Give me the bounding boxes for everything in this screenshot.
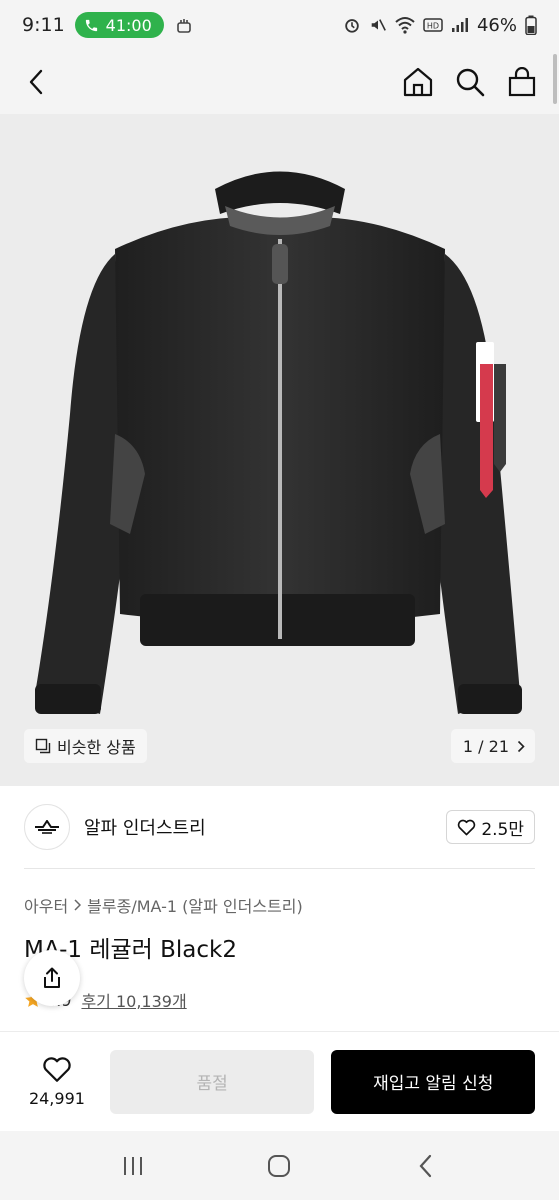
breadcrumb-item[interactable]: 아우터 <box>24 893 68 917</box>
brand-logo[interactable] <box>24 804 70 850</box>
review-count-link[interactable]: 후기 10,139개 <box>81 988 186 1012</box>
back-chevron-icon <box>419 1154 431 1177</box>
phone-icon <box>85 19 97 31</box>
chevron-right-icon <box>517 740 525 752</box>
brand-name[interactable]: 알파 인더스트리 <box>84 814 206 840</box>
breadcrumb-item[interactable]: 블루종/MA-1 (알파 인더스트리) <box>87 893 303 917</box>
wishlist-count: 24,991 <box>28 1088 85 1108</box>
chevron-right-icon <box>74 899 82 911</box>
recent-apps-icon <box>124 1156 143 1175</box>
home-circle-icon <box>268 1154 291 1177</box>
wishlist-button[interactable]: 24,991 <box>24 1056 90 1108</box>
brand-row: 알파 인더스트리 2.5만 <box>0 786 559 868</box>
breadcrumb: 아우터 블루종/MA-1 (알파 인더스트리) <box>24 893 303 917</box>
home-system-button[interactable] <box>262 1149 296 1183</box>
mute-icon <box>371 19 386 31</box>
similar-products-label: 비슷한 상품 <box>57 738 136 757</box>
call-indicator[interactable]: 41:00 <box>74 12 164 38</box>
heart-icon <box>43 1056 71 1082</box>
hd-icon: HD <box>423 18 443 32</box>
alpha-logo-icon <box>35 820 59 834</box>
similar-products-button[interactable]: 비슷한 상품 <box>24 729 147 763</box>
scrollbar[interactable] <box>553 54 557 104</box>
signal-icon <box>451 18 468 32</box>
shopping-bag-icon <box>508 67 536 97</box>
back-button[interactable] <box>20 65 54 99</box>
page-count: 1 / 21 <box>462 736 509 756</box>
share-button[interactable] <box>24 950 80 1006</box>
home-icon <box>403 67 433 97</box>
status-bar: 9:11 41:00 HD 46% <box>0 0 559 50</box>
search-button[interactable] <box>453 65 487 99</box>
purchase-action-bar: 24,991 품절 재입고 알림 신청 <box>0 1031 559 1131</box>
cart-button[interactable] <box>505 65 539 99</box>
divider <box>24 868 535 869</box>
soldout-button[interactable]: 품절 <box>109 1049 315 1114</box>
heart-icon <box>458 819 476 835</box>
alarm-icon <box>345 19 359 33</box>
restock-alert-button[interactable]: 재입고 알림 신청 <box>331 1049 535 1114</box>
brand-like-button[interactable]: 2.5만 <box>446 810 535 844</box>
back-arrow-icon <box>29 69 43 95</box>
page-indicator[interactable]: 1 / 21 <box>450 729 535 763</box>
share-icon <box>44 967 60 988</box>
home-button[interactable] <box>401 65 435 99</box>
copy-icon <box>35 738 51 754</box>
brand-like-count: 2.5만 <box>481 819 524 840</box>
battery-icon <box>525 15 537 35</box>
status-time: 9:11 <box>22 14 65 36</box>
status-icons: HD 46% <box>343 15 537 36</box>
system-navigation-bar <box>0 1131 559 1200</box>
battery-percent: 46% <box>476 14 517 36</box>
notification-icon <box>176 19 191 33</box>
product-image <box>35 171 522 714</box>
svg-text:HD: HD <box>427 22 439 31</box>
search-icon <box>456 68 485 97</box>
top-navigation <box>0 50 559 114</box>
call-duration: 41:00 <box>105 15 152 35</box>
recent-apps-button[interactable] <box>116 1149 150 1183</box>
system-back-button[interactable] <box>409 1149 443 1183</box>
wifi-icon <box>395 17 415 34</box>
product-image-gallery[interactable]: 비슷한 상품 1 / 21 <box>0 114 559 786</box>
